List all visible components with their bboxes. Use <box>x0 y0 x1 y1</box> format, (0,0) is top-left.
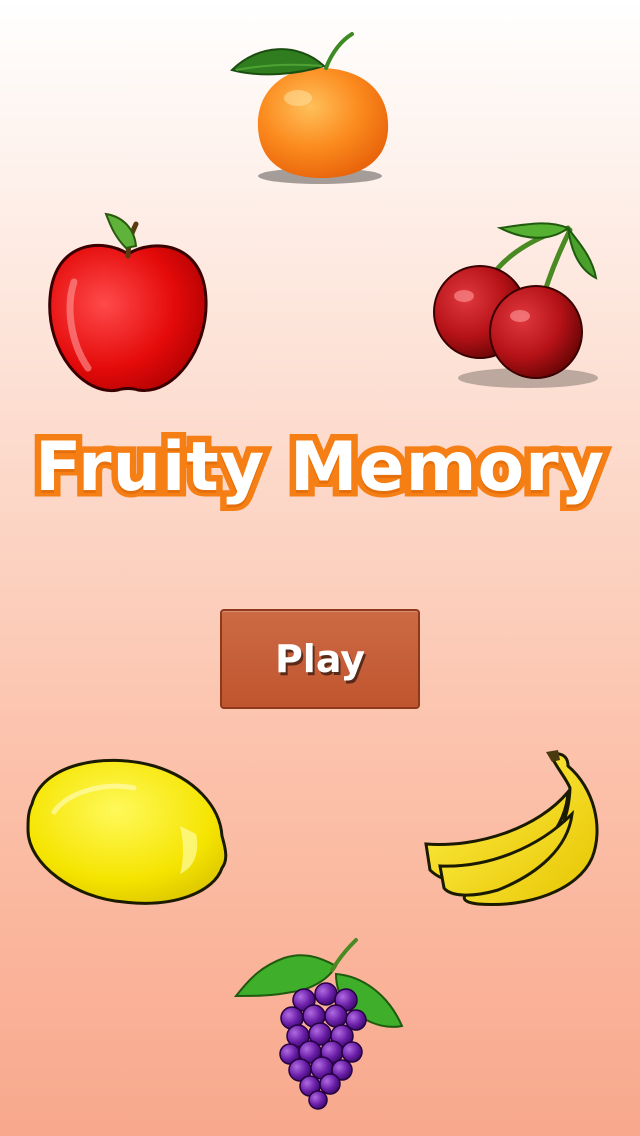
banana-icon <box>418 748 608 910</box>
lemon-icon <box>24 752 230 910</box>
grapes-icon <box>232 934 408 1112</box>
play-button[interactable]: Play <box>220 609 420 709</box>
play-button-label: Play <box>274 637 366 681</box>
orange-icon <box>228 28 404 192</box>
cherries-icon <box>428 212 604 398</box>
apple-icon <box>44 212 212 402</box>
game-title: Fruity Memory <box>28 422 610 514</box>
